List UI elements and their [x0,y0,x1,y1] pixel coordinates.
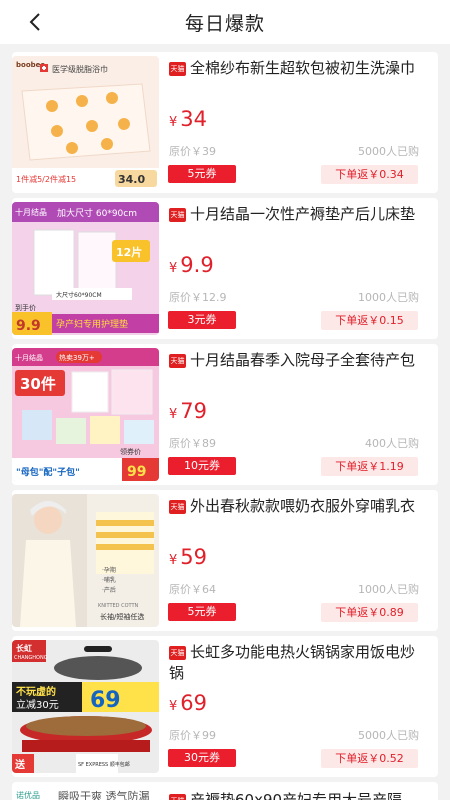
svg-text:大尺寸60*90CM: 大尺寸60*90CM [56,291,102,299]
svg-text:长虹: 长虹 [16,643,32,653]
page-title: 每日爆款 [184,12,265,35]
svg-text:CHANGHONG: CHANGHONG [14,655,48,661]
back-button[interactable] [24,10,48,34]
product-title[interactable]: 天猫 外出春秋款款喂奶衣服外穿哺乳衣 [169,496,417,538]
product-image[interactable]: boobee 医学级脱脂浴巾 1件减5/2件减15 34.0 [12,56,159,189]
product-meta: 原价￥99 5000人已购 [169,727,419,743]
product-image[interactable]: ·孕期 ·哺乳 ·产后 KNITTED COTTN 长袖/短袖任选 [12,494,159,627]
sold-count: 1000人已购 [358,583,419,596]
coupon-badge[interactable]: 30元券 [168,749,236,767]
rebate-badge[interactable]: 下单返￥0.34 [321,165,418,184]
product-price: ¥59 [169,545,208,569]
svg-text:9.9: 9.9 [16,318,41,334]
sold-count: 1000人已购 [358,291,419,304]
product-list[interactable]: boobee 医学级脱脂浴巾 1件减5/2件减15 34.0 天猫 全棉纱布新生超… [0,44,450,800]
sold-count: 400人已购 [365,437,419,450]
original-price: 原价￥64 [169,583,216,596]
rebate-badge[interactable]: 下单返￥0.52 [321,749,418,768]
product-image[interactable]: 十月结晶 热卖39万+ 30件 领券价 "母包"配"子包" 99 [12,348,159,481]
product-title[interactable]: 天猫 十月结晶春季入院母子全套待产包 [169,350,417,392]
product-image[interactable]: 十月结晶 加大尺寸 60*90cm 12片 大尺寸60*90CM 到手价 9.9… [12,202,159,335]
sold-count: 5000人已购 [358,145,419,158]
original-price: 原价￥89 [169,437,216,450]
original-price: 原价￥12.9 [169,291,227,304]
product-meta: 原价￥64 1000人已购 [169,581,419,597]
product-card[interactable]: 诺优品 瞬吸干爽 透气防漏 天猫产褥垫60x90产妇专用大号产隔 [12,782,438,800]
tmall-badge: 天猫 [169,794,186,800]
product-title[interactable]: 天猫 全棉纱布新生超软包被初生洗澡巾 [169,58,417,100]
svg-text:到手价: 到手价 [15,303,36,312]
product-price: ¥9.9 [169,253,214,277]
product-card[interactable]: 十月结晶 加大尺寸 60*90cm 12片 大尺寸60*90CM 到手价 9.9… [12,198,438,339]
svg-text:孕产妇专用护理垫: 孕产妇专用护理垫 [56,318,128,330]
svg-text:医学级脱脂浴巾: 医学级脱脂浴巾 [52,64,108,74]
tmall-badge: 天猫 [169,646,186,660]
product-info: 天猫产褥垫60x90产妇专用大号产隔 [169,790,417,800]
coupon-badge[interactable]: 5元券 [168,603,236,621]
app-header: 每日爆款 [0,0,450,44]
coupon-badge[interactable]: 3元券 [168,311,236,329]
tmall-badge: 天猫 [169,62,186,76]
product-title[interactable]: 天猫 十月结晶一次性产褥垫产后儿床垫 [169,204,417,246]
svg-text:1件减5/2件减15: 1件减5/2件减15 [16,174,76,184]
svg-text:SF EXPRESS 顺丰包邮: SF EXPRESS 顺丰包邮 [78,761,130,768]
product-card[interactable]: ·孕期 ·哺乳 ·产后 KNITTED COTTN 长袖/短袖任选 天猫 外出春秋… [12,490,438,631]
chevron-left-icon [29,13,40,31]
coupon-badge[interactable]: 5元券 [168,165,236,183]
product-image[interactable]: 长虹 CHANGHONG 不玩虚的 立减30元 69 送 SF EXPRESS … [12,640,159,773]
product-image[interactable]: 诺优品 瞬吸干爽 透气防漏 [12,786,159,800]
product-price: ¥34 [169,107,208,131]
svg-text:不玩虚的: 不玩虚的 [16,685,56,698]
svg-text:长袖/短袖任选: 长袖/短袖任选 [100,612,144,621]
svg-text:"母包"配"子包": "母包"配"子包" [16,466,80,478]
product-title[interactable]: 天猫 长虹多功能电热火锅锅家用饭电炒锅 [169,642,417,684]
product-card[interactable]: 十月结晶 热卖39万+ 30件 领券价 "母包"配"子包" 99 天猫 十月结晶春… [12,344,438,485]
product-meta: 原价￥89 400人已购 [169,435,419,451]
svg-text:·哺乳: ·哺乳 [102,576,116,584]
svg-text:30件: 30件 [20,375,56,393]
svg-text:加大尺寸 60*90cm: 加大尺寸 60*90cm [57,207,137,219]
tmall-badge: 天猫 [169,208,186,222]
svg-text:34.0: 34.0 [118,173,145,186]
svg-text:69: 69 [90,688,121,713]
svg-text:十月结晶: 十月结晶 [15,207,47,217]
product-info: 天猫 十月结晶一次性产褥垫产后儿床垫 ¥9.9 [169,204,417,282]
svg-text:KNITTED COTTN: KNITTED COTTN [98,603,139,609]
svg-text:送: 送 [14,758,26,771]
product-info: 天猫 全棉纱布新生超软包被初生洗澡巾 ¥34 [169,58,417,136]
product-card[interactable]: 长虹 CHANGHONG 不玩虚的 立减30元 69 送 SF EXPRESS … [12,636,438,777]
product-meta: 原价￥12.9 1000人已购 [169,289,419,305]
svg-text:十月结晶: 十月结晶 [15,353,43,362]
svg-text:立减30元: 立减30元 [16,698,59,711]
product-info: 天猫 外出春秋款款喂奶衣服外穿哺乳衣 ¥59 [169,496,417,574]
svg-text:·产后: ·产后 [102,586,116,594]
svg-text:99: 99 [127,464,146,480]
product-meta: 原价￥39 5000人已购 [169,143,419,159]
original-price: 原价￥39 [169,145,216,158]
product-price: ¥79 [169,399,208,423]
svg-text:热卖39万+: 热卖39万+ [59,353,95,362]
svg-text:领券价: 领券价 [120,447,141,456]
image-slogan: 瞬吸干爽 透气防漏 [58,790,150,800]
product-title[interactable]: 天猫产褥垫60x90产妇专用大号产隔 [169,790,417,800]
rebate-badge[interactable]: 下单返￥1.19 [321,457,418,476]
tmall-badge: 天猫 [169,500,186,514]
coupon-badge[interactable]: 10元券 [168,457,236,475]
tmall-badge: 天猫 [169,354,186,368]
brand-label: 诺优品 [16,791,40,800]
rebate-badge[interactable]: 下单返￥0.15 [321,311,418,330]
product-info: 天猫 长虹多功能电热火锅锅家用饭电炒锅 ¥69 [169,642,417,720]
product-price: ¥69 [169,691,208,715]
svg-text:12片: 12片 [116,245,142,259]
rebate-badge[interactable]: 下单返￥0.89 [321,603,418,622]
original-price: 原价￥99 [169,729,216,742]
svg-text:·孕期: ·孕期 [102,566,116,574]
product-card[interactable]: boobee 医学级脱脂浴巾 1件减5/2件减15 34.0 天猫 全棉纱布新生超… [12,52,438,193]
product-info: 天猫 十月结晶春季入院母子全套待产包 ¥79 [169,350,417,428]
sold-count: 5000人已购 [358,729,419,742]
